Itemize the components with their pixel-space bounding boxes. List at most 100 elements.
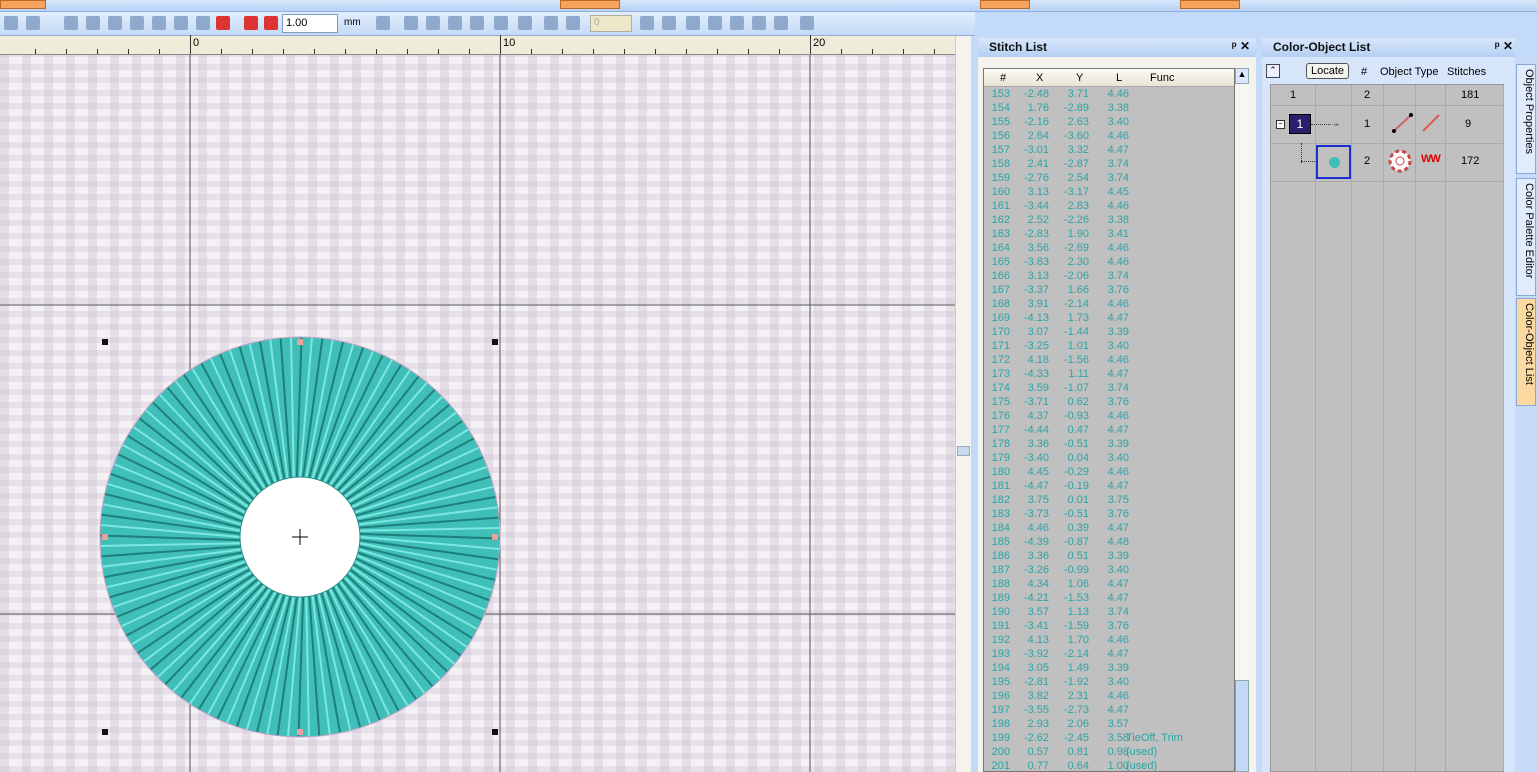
toolbar-icon[interactable] (448, 16, 462, 30)
tab-object-properties[interactable]: Object Properties (1516, 64, 1536, 174)
stitch-row[interactable]: 173 -4.33 1.11 4.47 (984, 368, 1234, 382)
toolbar-icon[interactable] (708, 16, 722, 30)
toolbar-icon[interactable] (730, 16, 744, 30)
stitch-row[interactable]: 189 -4.21 -1.53 4.47 (984, 592, 1234, 606)
stitch-row[interactable]: 154 1.76 -2.89 3.38 (984, 102, 1234, 116)
stitch-row[interactable]: 176 4.37 -0.93 4.46 (984, 410, 1234, 424)
stitch-row[interactable]: 159 -2.76 2.54 3.74 (984, 172, 1234, 186)
toolbar-icon[interactable] (752, 16, 766, 30)
stitch-row[interactable]: 198 2.93 2.06 3.57 (984, 718, 1234, 732)
stitch-row[interactable]: 172 4.18 -1.56 4.46 (984, 354, 1234, 368)
toolbar-icon[interactable] (196, 16, 210, 30)
locate-button[interactable]: Locate (1306, 63, 1350, 79)
toolbar-icon[interactable] (26, 16, 40, 30)
stitch-row[interactable]: 192 4.13 1.70 4.46 (984, 634, 1234, 648)
design-canvas[interactable] (0, 55, 955, 772)
pin-icon[interactable]: ᵖ (1495, 39, 1500, 53)
stitch-row[interactable]: 191 -3.41 -1.59 3.76 (984, 620, 1234, 634)
stitch-row[interactable]: 196 3.82 2.31 4.46 (984, 690, 1234, 704)
toolbar-button[interactable] (560, 0, 620, 9)
toolbar-icon[interactable] (64, 16, 78, 30)
toolbar-icon[interactable] (686, 16, 700, 30)
toolbar-icon[interactable] (426, 16, 440, 30)
stitch-row[interactable]: 201 0.77 0.64 1.00 (used) (984, 760, 1234, 771)
toolbar-button[interactable] (980, 0, 1030, 9)
pin-icon[interactable]: ᵖ (1232, 39, 1237, 53)
stitch-row[interactable]: 164 3.56 -2.69 4.46 (984, 242, 1234, 256)
col-header[interactable]: # (1000, 72, 1006, 84)
toolbar-icon[interactable] (470, 16, 484, 30)
stitch-row[interactable]: 166 3.13 -2.06 3.74 (984, 270, 1234, 284)
toolbar-icon[interactable] (264, 16, 278, 30)
color-block-swatch[interactable]: 1 (1289, 114, 1311, 134)
stitch-row[interactable]: 171 -3.25 1.01 3.40 (984, 340, 1234, 354)
collapse-all-icon[interactable]: ⌃ (1266, 64, 1280, 78)
selected-object[interactable] (1316, 145, 1351, 179)
toolbar-icon[interactable] (662, 16, 676, 30)
stitch-row[interactable]: 188 4.34 1.06 4.47 (984, 578, 1234, 592)
toolbar-icon[interactable] (376, 16, 390, 30)
stitch-row[interactable]: 175 -3.71 0.62 3.76 (984, 396, 1234, 410)
stitch-row[interactable]: 185 -4.39 -0.87 4.48 (984, 536, 1234, 550)
toolbar-icon[interactable] (244, 16, 258, 30)
tab-color-palette-editor[interactable]: Color Palette Editor (1516, 178, 1536, 296)
stitch-row[interactable]: 160 3.13 -3.17 4.45 (984, 186, 1234, 200)
toolbar-icon[interactable] (86, 16, 100, 30)
col-header[interactable]: Y (1076, 72, 1083, 84)
stitch-row[interactable]: 158 2.41 -2.87 3.74 (984, 158, 1234, 172)
stitch-row[interactable]: 168 3.91 -2.14 4.46 (984, 298, 1234, 312)
stitch-row[interactable]: 200 0.57 0.81 0.98 (used) (984, 746, 1234, 760)
stitch-row[interactable]: 165 -3.83 2.30 4.46 (984, 256, 1234, 270)
toolbar-icon[interactable] (404, 16, 418, 30)
toolbar-icon[interactable] (640, 16, 654, 30)
stitch-row[interactable]: 184 4.46 0.39 4.47 (984, 522, 1234, 536)
stitch-row[interactable]: 174 3.59 -1.07 3.74 (984, 382, 1234, 396)
stitch-row[interactable]: 182 3.75 0.01 3.75 (984, 494, 1234, 508)
toolbar-icon[interactable] (174, 16, 188, 30)
stitch-row[interactable]: 187 -3.26 -0.99 3.40 (984, 564, 1234, 578)
stitch-row[interactable]: 199 -2.62 -2.45 3.58 TieOff, Trim (984, 732, 1234, 746)
value-combo[interactable]: 0 (590, 15, 632, 32)
toolbar-button[interactable] (0, 0, 46, 9)
stitch-row[interactable]: 183 -3.73 -0.51 3.76 (984, 508, 1234, 522)
toolbar-icon[interactable] (494, 16, 508, 30)
stitch-row[interactable]: 162 2.52 -2.26 3.38 (984, 214, 1234, 228)
stitch-row[interactable]: 177 -4.44 0.47 4.47 (984, 424, 1234, 438)
toolbar-button[interactable] (1180, 0, 1240, 9)
stitch-table[interactable]: # X Y L Func 153 -2.48 3.71 4.46 154 1.76 -2.8… (983, 68, 1235, 772)
stitch-row[interactable]: 157 -3.01 3.32 4.47 (984, 144, 1234, 158)
tab-color-object-list[interactable]: Color-Object List (1516, 298, 1536, 406)
toolbar-icon[interactable] (544, 16, 558, 30)
stitch-row[interactable]: 161 -3.44 2.83 4.46 (984, 200, 1234, 214)
scroll-thumb[interactable] (957, 446, 970, 456)
toolbar-icon[interactable] (4, 16, 18, 30)
stitch-row[interactable]: 190 3.57 1.13 3.74 (984, 606, 1234, 620)
color-object-tree[interactable]: 1 2 181 − 1 ⌁ 1 9 2 WW 172 (1270, 84, 1504, 772)
stitch-length-input[interactable]: 1.00 (282, 14, 338, 33)
canvas-scrollbar[interactable] (955, 36, 971, 772)
stitch-row[interactable]: 197 -3.55 -2.73 4.47 (984, 704, 1234, 718)
toolbar-icon[interactable] (130, 16, 144, 30)
stitch-row[interactable]: 167 -3.37 1.66 3.76 (984, 284, 1234, 298)
stitch-row[interactable]: 155 -2.16 2.63 3.40 (984, 116, 1234, 130)
toolbar-icon[interactable] (152, 16, 166, 30)
stitch-row[interactable]: 156 2.64 -3.60 4.46 (984, 130, 1234, 144)
toolbar-icon[interactable] (108, 16, 122, 30)
toolbar-icon[interactable] (800, 16, 814, 30)
toolbar-icon[interactable] (216, 16, 230, 30)
col-header[interactable]: L (1116, 72, 1122, 84)
stitch-row[interactable]: 169 -4.13 1.73 4.47 (984, 312, 1234, 326)
stitch-list-scrollbar[interactable]: ▲ (1235, 68, 1249, 772)
stitch-row[interactable]: 180 4.45 -0.29 4.46 (984, 466, 1234, 480)
scroll-thumb[interactable] (1235, 680, 1249, 772)
stitch-row[interactable]: 179 -3.40 0.04 3.40 (984, 452, 1234, 466)
col-header[interactable]: X (1036, 72, 1043, 84)
scroll-up-icon[interactable]: ▲ (1235, 68, 1249, 84)
close-icon[interactable]: ✕ (1240, 39, 1250, 53)
stitch-row[interactable]: 181 -4.47 -0.19 4.47 (984, 480, 1234, 494)
toolbar-icon[interactable] (566, 16, 580, 30)
stitch-row[interactable]: 163 -2.83 1.90 3.41 (984, 228, 1234, 242)
stitch-row[interactable]: 170 3.07 -1.44 3.39 (984, 326, 1234, 340)
stitch-row[interactable]: 186 3.36 0.51 3.39 (984, 550, 1234, 564)
stitch-row[interactable]: 195 -2.81 -1.92 3.40 (984, 676, 1234, 690)
